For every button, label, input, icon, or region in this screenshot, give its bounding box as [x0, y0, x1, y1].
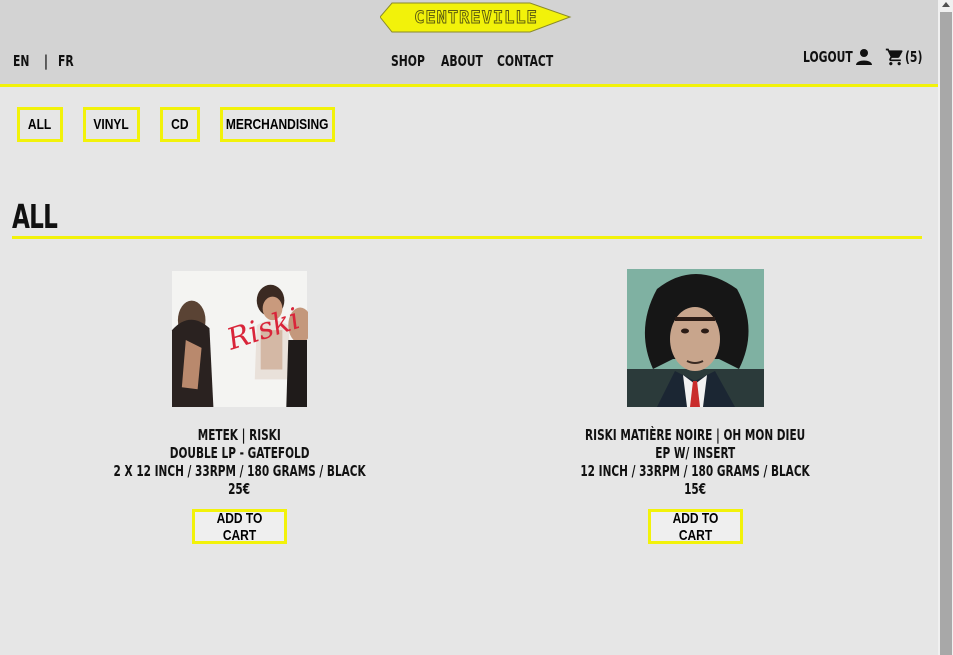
scrollbar-thumb[interactable] — [940, 12, 952, 655]
product-title[interactable]: RISKI MATIÈRE NOIRE | OH MON DIEU — [585, 426, 805, 444]
filter-merchandising[interactable]: MERCHANDISING — [220, 107, 335, 142]
language-switcher: EN | FR — [13, 52, 78, 70]
cart-icon — [885, 48, 903, 66]
product-cover-image[interactable]: Riski — [171, 271, 308, 407]
product-title[interactable]: METEK | RISKI — [198, 426, 281, 444]
product-card: RISKI MATIÈRE NOIRE | OH MON DIEU EP W/ … — [468, 268, 923, 544]
product-format: DOUBLE LP - GATEFOLD — [169, 444, 310, 462]
account-area: LOGOUT (5) — [803, 47, 925, 67]
logout-link[interactable]: LOGOUT — [803, 48, 853, 66]
product-price: 25€ — [228, 480, 251, 498]
product-info: METEK | RISKI DOUBLE LP - GATEFOLD 2 X 1… — [12, 426, 467, 498]
product-card: Riski METEK | RISKI DOUBLE LP - GATEFOLD… — [12, 268, 467, 544]
product-info: RISKI MATIÈRE NOIRE | OH MON DIEU EP W/ … — [468, 426, 923, 498]
section-title: ALL — [12, 197, 58, 236]
nav-about[interactable]: ABOUT — [441, 52, 483, 70]
lang-en[interactable]: EN — [13, 52, 34, 70]
product-format: EP W/ INSERT — [655, 444, 736, 462]
lang-fr[interactable]: FR — [58, 52, 78, 70]
add-to-cart-button[interactable]: ADD TO CART — [192, 509, 287, 544]
lang-separator: | — [43, 52, 48, 70]
product-price: 15€ — [684, 480, 707, 498]
filter-cd[interactable]: CD — [160, 107, 200, 142]
section-divider — [12, 236, 922, 239]
nav-shop[interactable]: SHOP — [391, 52, 425, 70]
product-cover-image[interactable] — [627, 269, 764, 407]
category-filters: ALL VINYL CD MERCHANDISING — [17, 107, 335, 142]
nav-contact[interactable]: CONTACT — [497, 52, 553, 70]
product-specs: 2 X 12 INCH / 33RPM / 180 GRAMS / BLACK — [113, 462, 366, 480]
filter-all[interactable]: ALL — [17, 107, 63, 142]
add-to-cart-button[interactable]: ADD TO CART — [648, 509, 743, 544]
logo-text: CENTREVILLE — [414, 8, 538, 28]
scroll-up-arrow-icon[interactable] — [941, 0, 951, 10]
cart-count: (5) — [905, 48, 923, 66]
main-nav: SHOP ABOUT CONTACT — [391, 52, 553, 70]
cart-link[interactable]: (5) — [885, 47, 925, 67]
user-icon[interactable] — [855, 48, 873, 66]
product-specs: 12 INCH / 33RPM / 180 GRAMS / BLACK — [580, 462, 811, 480]
filter-vinyl[interactable]: VINYL — [83, 107, 140, 142]
centreville-logo[interactable]: CENTREVILLE — [380, 1, 572, 34]
site-header: CENTREVILLE EN | FR SHOP ABOUT CONTACT L… — [0, 0, 938, 87]
